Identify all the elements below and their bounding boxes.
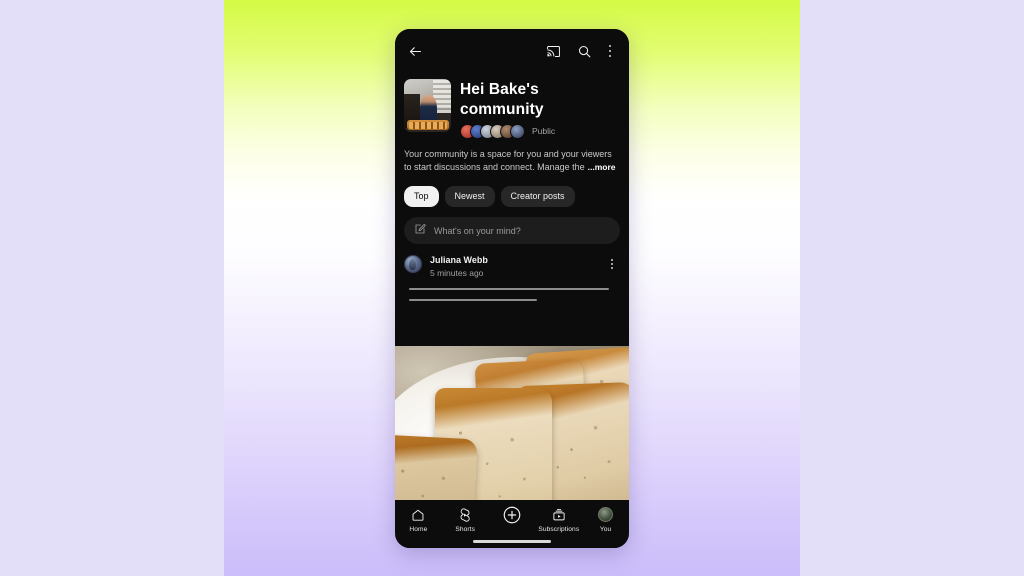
nav-label-subscriptions: Subscriptions: [538, 526, 580, 533]
filter-chip-bar: Top Newest Creator posts: [395, 175, 629, 207]
back-arrow-icon[interactable]: [404, 40, 426, 62]
more-link[interactable]: ...more: [588, 162, 616, 172]
cast-icon[interactable]: [542, 40, 564, 62]
post-body-placeholder: [395, 279, 629, 301]
channel-thumbnail[interactable]: [404, 79, 451, 132]
thumbnail-tray: [406, 119, 450, 131]
compose-pencil-icon: [414, 222, 426, 240]
post-timestamp: 5 minutes ago: [430, 268, 484, 279]
post-kebab-menu-icon[interactable]: [605, 255, 619, 273]
kebab-menu-icon[interactable]: [601, 40, 619, 62]
tab-top[interactable]: Top: [404, 186, 439, 207]
phone-mockup: Hei Bake's community Public Your communi…: [395, 29, 629, 548]
visibility-label: Public: [532, 126, 556, 137]
nav-label-shorts: Shorts: [455, 526, 476, 533]
channel-header: Hei Bake's community Public: [395, 73, 629, 139]
nav-item-you[interactable]: You: [582, 506, 629, 533]
phone-screen: Hei Bake's community Public Your communi…: [395, 29, 629, 548]
account-avatar-icon: [598, 506, 614, 523]
channel-description[interactable]: Your community is a space for you and yo…: [404, 148, 619, 175]
tab-creator-posts[interactable]: Creator posts: [500, 186, 575, 207]
nav-item-home[interactable]: Home: [395, 506, 442, 533]
nav-label-home: Home: [409, 526, 428, 533]
post-author-avatar[interactable]: [404, 255, 422, 273]
member-avatar: [510, 123, 525, 139]
home-icon: [411, 506, 425, 523]
page-title: Hei Bake's community: [460, 81, 544, 118]
member-avatars[interactable]: [460, 123, 525, 139]
tab-newest[interactable]: Newest: [444, 186, 495, 207]
nav-label-you: You: [599, 526, 612, 533]
avatar: [598, 507, 614, 522]
channel-subline: Public: [460, 123, 619, 139]
nav-item-subscriptions[interactable]: Subscriptions: [535, 506, 582, 533]
app-bar: [395, 29, 629, 73]
nav-item-shorts[interactable]: Shorts: [442, 506, 489, 533]
post-composer[interactable]: What's on your mind?: [404, 217, 620, 244]
search-icon[interactable]: [573, 40, 595, 62]
placeholder-line: [409, 287, 609, 290]
composer-placeholder: What's on your mind?: [434, 225, 521, 236]
channel-description-text: Your community is a space for you and yo…: [404, 148, 612, 173]
create-plus-icon: [502, 506, 522, 523]
home-indicator: [473, 540, 551, 543]
screenshot-stage: Hei Bake's community Public Your communi…: [0, 0, 1024, 576]
nav-item-create[interactable]: [489, 506, 536, 526]
post-author-name[interactable]: Juliana Webb: [430, 255, 597, 266]
shorts-icon: [458, 506, 472, 523]
post-author-meta: Juliana Webb 5 minutes ago: [430, 255, 597, 279]
channel-meta: Hei Bake's community Public: [460, 79, 619, 139]
placeholder-line: [409, 298, 537, 301]
post-header: Juliana Webb 5 minutes ago: [395, 244, 629, 279]
subscriptions-icon: [552, 506, 566, 523]
